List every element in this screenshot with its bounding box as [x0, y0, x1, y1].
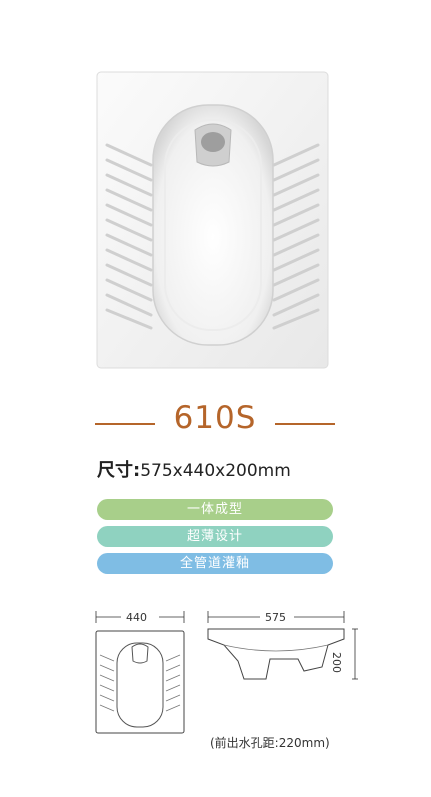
title-rule-left	[95, 423, 155, 425]
size-value: 575x440x200mm	[140, 461, 291, 481]
title-rule-right	[275, 423, 335, 425]
model-name: 610S	[173, 400, 257, 436]
feature-pill-1: 一体成型	[97, 499, 333, 520]
size-spec: 尺寸:575x440x200mm	[97, 456, 397, 482]
feature-pill-3: 全管道灌釉	[97, 553, 333, 574]
top-view-diagram	[95, 609, 185, 734]
size-label: 尺寸:	[97, 460, 141, 481]
feature-pill-2: 超薄设计	[97, 526, 333, 547]
length-dimension: 575	[265, 611, 286, 624]
product-photo	[96, 71, 329, 369]
height-dimension: 200	[330, 650, 343, 675]
width-dimension: 440	[126, 611, 147, 624]
outlet-distance-note: (前出水孔距:220mm)	[210, 736, 330, 750]
